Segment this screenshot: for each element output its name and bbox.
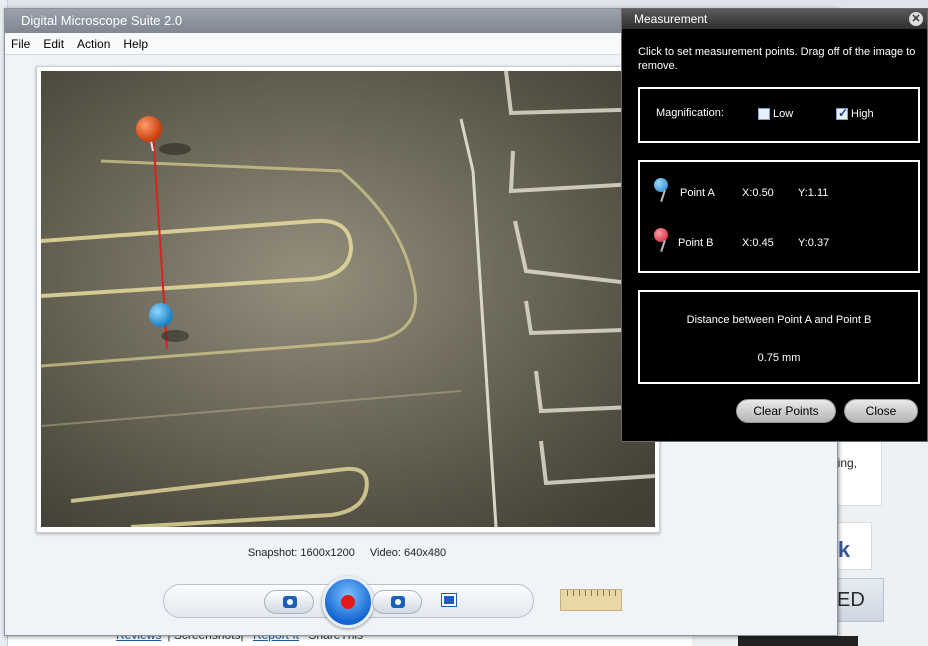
- measurement-dialog: Measurement ✕ Click to set measurement p…: [621, 8, 928, 442]
- point-a-y: Y:1.11: [798, 187, 829, 199]
- background-ed-text: ED: [837, 589, 865, 611]
- image-vignette: [41, 71, 655, 527]
- snapshot-resolution: Snapshot: 1600x1200: [247, 547, 355, 559]
- point-b-name: Point B: [678, 237, 714, 249]
- point-b-y: Y:0.37: [798, 237, 830, 249]
- capture-status: Snapshot: 1600x1200 Video: 640x480: [5, 547, 689, 559]
- dialog-instructions: Click to set measurement points. Drag of…: [638, 46, 916, 72]
- dialog-title: Measurement: [634, 12, 708, 26]
- pin-b-head: [149, 303, 173, 327]
- capture-controls: [163, 576, 534, 628]
- microscope-image-svg: [41, 71, 655, 527]
- point-a-name: Point A: [680, 187, 715, 199]
- high-checkbox[interactable]: [836, 106, 848, 120]
- video-resolution: Video: 640x480: [369, 547, 447, 559]
- point-a-x: X:0.50: [742, 187, 774, 199]
- camera-icon: [283, 596, 297, 608]
- microscope-image[interactable]: [41, 71, 655, 527]
- pin-b-shadow: [161, 330, 189, 342]
- distance-label: Distance between Point A and Point B: [686, 314, 872, 326]
- ruler-icon[interactable]: [560, 589, 622, 611]
- distance-value: 0.75 mm: [757, 352, 801, 364]
- red-pin-icon: [654, 228, 670, 254]
- timed-snapshot-button[interactable]: [372, 590, 422, 614]
- menu-help[interactable]: Help: [123, 37, 148, 51]
- close-button[interactable]: Close: [844, 399, 918, 423]
- app-title: Digital Microscope Suite 2.0: [21, 13, 183, 28]
- magnification-panel: Magnification: Low High: [638, 87, 920, 143]
- low-checkbox[interactable]: [758, 108, 770, 120]
- low-label: Low: [773, 108, 794, 120]
- dialog-title-bar: Measurement: [622, 9, 927, 29]
- distance-panel: Distance between Point A and Point B 0.7…: [638, 290, 920, 384]
- pin-a-shadow: [159, 143, 191, 155]
- background-banner: [738, 636, 858, 646]
- menu-action[interactable]: Action: [77, 37, 110, 51]
- background-card-text: ling,: [835, 456, 858, 470]
- microscope-viewer: [36, 66, 660, 533]
- high-label: High: [851, 108, 874, 120]
- pin-a-head: [136, 116, 162, 142]
- points-panel: Point A X:0.50 Y:1.11 Point B X:0.45 Y:0…: [638, 160, 920, 273]
- clear-points-button[interactable]: Clear Points: [736, 399, 836, 423]
- blue-pin-icon: [654, 178, 670, 204]
- point-b-x: X:0.45: [742, 237, 774, 249]
- menu-edit[interactable]: Edit: [43, 37, 64, 51]
- snapshot-button[interactable]: [264, 590, 314, 614]
- background-top-strip: [0, 0, 928, 8]
- record-icon: [341, 595, 355, 609]
- menu-file[interactable]: File: [11, 37, 30, 51]
- record-button[interactable]: [322, 576, 374, 628]
- close-icon[interactable]: ✕: [909, 12, 923, 26]
- magnification-label: Magnification:: [656, 107, 724, 119]
- fullscreen-icon[interactable]: [441, 593, 457, 607]
- camera-icon: [391, 596, 405, 608]
